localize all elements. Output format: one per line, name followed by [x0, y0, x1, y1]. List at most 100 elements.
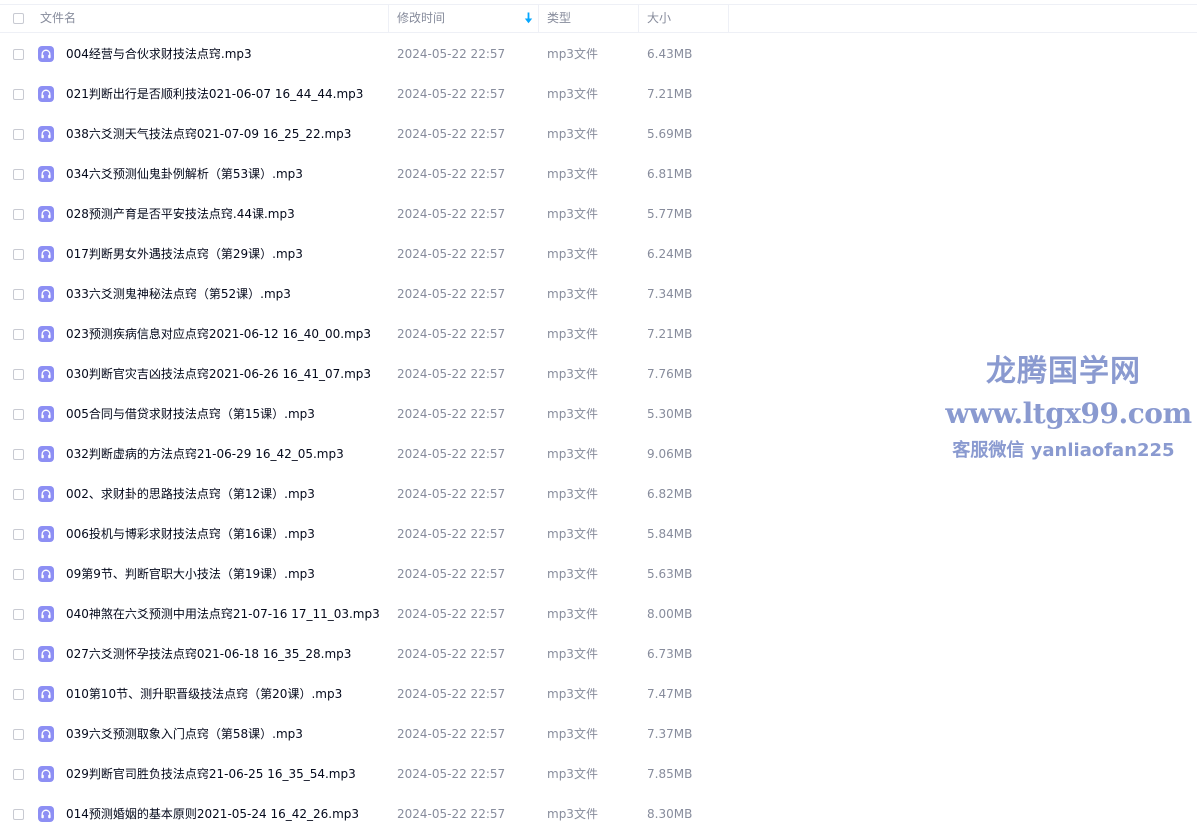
row-checkbox[interactable]: [13, 329, 24, 340]
file-row[interactable]: 034六爻预测仙鬼卦例解析（第53课）.mp3 2024-05-22 22:57 m…: [0, 154, 1197, 194]
row-checkbox[interactable]: [13, 49, 24, 60]
row-checkbox[interactable]: [13, 769, 24, 780]
file-type: mp3文件: [547, 87, 598, 101]
modified-time: 2024-05-22 22:57: [397, 87, 506, 101]
file-type: mp3文件: [547, 647, 598, 661]
file-name[interactable]: 033六爻测鬼神秘法点窍（第52课）.mp3: [66, 274, 291, 314]
modified-time: 2024-05-22 22:57: [397, 287, 506, 301]
headphones-icon: [38, 246, 54, 262]
file-size: 5.30MB: [647, 407, 693, 421]
file-name[interactable]: 034六爻预测仙鬼卦例解析（第53课）.mp3: [66, 154, 303, 194]
column-header-name[interactable]: 文件名: [40, 5, 76, 32]
file-type: mp3文件: [547, 447, 598, 461]
file-name[interactable]: 027六爻测怀孕技法点窍021-06-18 16_35_28.mp3: [66, 634, 351, 674]
sort-descending-icon[interactable]: [524, 12, 533, 24]
headphones-icon: [38, 566, 54, 582]
column-divider[interactable]: [638, 5, 639, 32]
file-size: 6.82MB: [647, 487, 693, 501]
row-checkbox[interactable]: [13, 449, 24, 460]
row-checkbox[interactable]: [13, 369, 24, 380]
row-checkbox[interactable]: [13, 409, 24, 420]
file-name[interactable]: 023预测疾病信息对应点窍2021-06-12 16_40_00.mp3: [66, 314, 371, 354]
row-checkbox[interactable]: [13, 649, 24, 660]
file-name[interactable]: 004经营与合伙求财技法点窍.mp3: [66, 34, 252, 74]
file-row[interactable]: 004经营与合伙求财技法点窍.mp3 2024-05-22 22:57 mp3文件 6…: [0, 34, 1197, 74]
file-row[interactable]: 028预测产育是否平安技法点窍.44课.mp3 2024-05-22 22:57 m…: [0, 194, 1197, 234]
file-size: 7.21MB: [647, 327, 693, 341]
file-name[interactable]: 029判断官司胜负技法点窍21-06-25 16_35_54.mp3: [66, 754, 356, 794]
file-name[interactable]: 005合同与借贷求财技法点窍（第15课）.mp3: [66, 394, 315, 434]
file-name[interactable]: 010第10节、测升职晋级技法点窍（第20课）.mp3: [66, 674, 342, 714]
file-type: mp3文件: [547, 767, 598, 781]
file-name[interactable]: 028预测产育是否平安技法点窍.44课.mp3: [66, 194, 295, 234]
row-checkbox[interactable]: [13, 129, 24, 140]
watermark-url: www.ltgx99.com: [945, 397, 1192, 430]
row-checkbox[interactable]: [13, 209, 24, 220]
file-name[interactable]: 002、求财卦的思路技法点窍（第12课）.mp3: [66, 474, 315, 514]
row-checkbox[interactable]: [13, 729, 24, 740]
file-name[interactable]: 032判断虚病的方法点窍21-06-29 16_42_05.mp3: [66, 434, 344, 474]
file-row[interactable]: 09第9节、判断官职大小技法（第19课）.mp3 2024-05-22 22:57…: [0, 554, 1197, 594]
row-checkbox[interactable]: [13, 169, 24, 180]
headphones-icon: [38, 726, 54, 742]
column-header-type[interactable]: 类型: [547, 5, 571, 32]
file-name[interactable]: 040神煞在六爻预测中用法点窍21-07-16 17_11_03.mp3: [66, 594, 380, 634]
file-name[interactable]: 09第9节、判断官职大小技法（第19课）.mp3: [66, 554, 315, 594]
column-divider[interactable]: [538, 5, 539, 32]
file-type: mp3文件: [547, 127, 598, 141]
file-size: 6.81MB: [647, 167, 693, 181]
file-row[interactable]: 039六爻预测取象入门点窍（第58课）.mp3 2024-05-22 22:57 m…: [0, 714, 1197, 754]
row-checkbox[interactable]: [13, 249, 24, 260]
file-row[interactable]: 010第10节、测升职晋级技法点窍（第20课）.mp3 2024-05-22 22…: [0, 674, 1197, 714]
column-divider[interactable]: [728, 5, 729, 32]
file-row[interactable]: 023预测疾病信息对应点窍2021-06-12 16_40_00.mp3 2024…: [0, 314, 1197, 354]
headphones-icon: [38, 286, 54, 302]
file-row[interactable]: 033六爻测鬼神秘法点窍（第52课）.mp3 2024-05-22 22:57 mp…: [0, 274, 1197, 314]
file-type: mp3文件: [547, 167, 598, 181]
modified-time: 2024-05-22 22:57: [397, 727, 506, 741]
file-row[interactable]: 027六爻测怀孕技法点窍021-06-18 16_35_28.mp3 2024-0…: [0, 634, 1197, 674]
file-row[interactable]: 002、求财卦的思路技法点窍（第12课）.mp3 2024-05-22 22:57…: [0, 474, 1197, 514]
file-row[interactable]: 021判断出行是否顺利技法021-06-07 16_44_44.mp3 2024-…: [0, 74, 1197, 114]
file-row[interactable]: 006投机与博彩求财技法点窍（第16课）.mp3 2024-05-22 22:57…: [0, 514, 1197, 554]
column-divider[interactable]: [388, 5, 389, 32]
modified-time: 2024-05-22 22:57: [397, 687, 506, 701]
file-row[interactable]: 038六爻测天气技法点窍021-07-09 16_25_22.mp3 2024-0…: [0, 114, 1197, 154]
column-header-modified-time[interactable]: 修改时间: [397, 5, 445, 32]
modified-time: 2024-05-22 22:57: [397, 47, 506, 61]
file-name[interactable]: 039六爻预测取象入门点窍（第58课）.mp3: [66, 714, 303, 754]
row-checkbox[interactable]: [13, 609, 24, 620]
file-size: 7.37MB: [647, 727, 693, 741]
row-checkbox[interactable]: [13, 489, 24, 500]
row-checkbox[interactable]: [13, 689, 24, 700]
file-name[interactable]: 038六爻测天气技法点窍021-07-09 16_25_22.mp3: [66, 114, 351, 154]
modified-time: 2024-05-22 22:57: [397, 207, 506, 221]
file-size: 7.76MB: [647, 367, 693, 381]
row-checkbox[interactable]: [13, 809, 24, 820]
file-row[interactable]: 040神煞在六爻预测中用法点窍21-07-16 17_11_03.mp3 2024…: [0, 594, 1197, 634]
file-size: 8.30MB: [647, 807, 693, 821]
file-type: mp3文件: [547, 487, 598, 501]
modified-time: 2024-05-22 22:57: [397, 407, 506, 421]
file-type: mp3文件: [547, 247, 598, 261]
row-checkbox[interactable]: [13, 89, 24, 100]
modified-time: 2024-05-22 22:57: [397, 607, 506, 621]
headphones-icon: [38, 806, 54, 822]
column-header-size[interactable]: 大小: [647, 5, 671, 32]
file-name[interactable]: 021判断出行是否顺利技法021-06-07 16_44_44.mp3: [66, 74, 363, 114]
file-row[interactable]: 029判断官司胜负技法点窍21-06-25 16_35_54.mp3 2024-0…: [0, 754, 1197, 794]
file-row[interactable]: 017判断男女外遇技法点窍（第29课）.mp3 2024-05-22 22:57 m…: [0, 234, 1197, 274]
file-name[interactable]: 017判断男女外遇技法点窍（第29课）.mp3: [66, 234, 303, 274]
select-all-checkbox[interactable]: [13, 13, 24, 24]
row-checkbox[interactable]: [13, 529, 24, 540]
file-name[interactable]: 006投机与博彩求财技法点窍（第16课）.mp3: [66, 514, 315, 554]
headphones-icon: [38, 366, 54, 382]
row-checkbox[interactable]: [13, 289, 24, 300]
file-row[interactable]: 014预测婚姻的基本原则2021-05-24 16_42_26.mp3 2024-…: [0, 794, 1197, 832]
headphones-icon: [38, 526, 54, 542]
watermark: 龙腾国学网 www.ltgx99.com 客服微信 yanliaofan225: [940, 350, 1197, 468]
watermark-contact: 客服微信 yanliaofan225: [952, 440, 1175, 461]
row-checkbox[interactable]: [13, 569, 24, 580]
file-name[interactable]: 030判断官灾吉凶技法点窍2021-06-26 16_41_07.mp3: [66, 354, 371, 394]
file-name[interactable]: 014预测婚姻的基本原则2021-05-24 16_42_26.mp3: [66, 794, 359, 832]
